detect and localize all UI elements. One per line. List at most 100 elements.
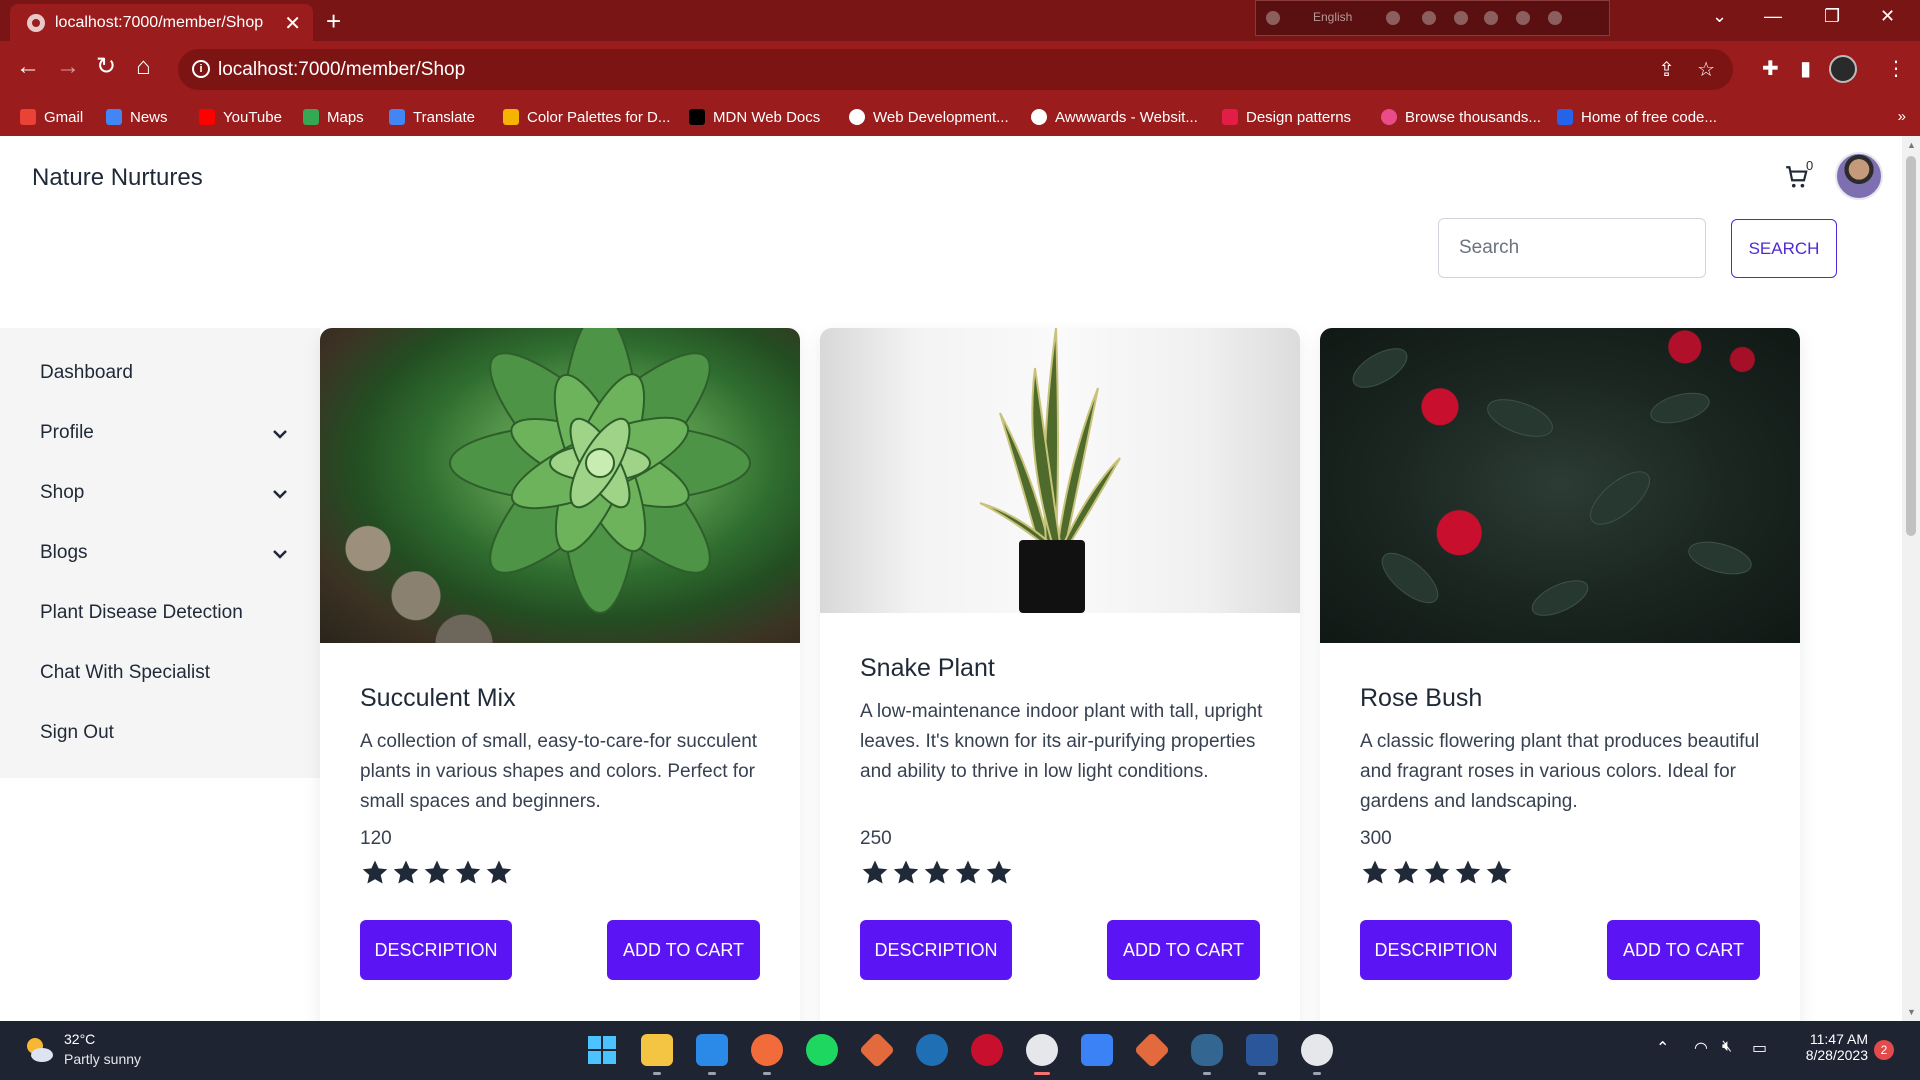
bookmark-web-development[interactable]: Web Development... (849, 109, 1009, 126)
word-app[interactable] (1246, 1034, 1278, 1075)
bookmark-gmail[interactable]: Gmail (20, 109, 83, 126)
bookmark-color-palettes[interactable]: Color Palettes for D... (503, 109, 670, 126)
add-to-cart-button[interactable]: ADD TO CART (607, 920, 760, 980)
help-icon[interactable] (1516, 11, 1530, 25)
home-icon[interactable]: ⌂ (136, 55, 151, 79)
extension-icon[interactable] (1386, 11, 1400, 25)
site-favicon-icon (27, 14, 45, 32)
sidebar-item-dashboard[interactable]: Dashboard (40, 362, 290, 384)
extension-icon[interactable] (1484, 11, 1498, 25)
tab-close-icon[interactable]: ✕ (284, 11, 301, 36)
add-to-cart-button[interactable]: ADD TO CART (1107, 920, 1260, 980)
tray-chevron-up-icon[interactable]: ⌃ (1656, 1038, 1669, 1058)
product-image-rose-bush (1320, 328, 1800, 643)
browser-profile-avatar[interactable] (1829, 55, 1857, 83)
browser-menu-icon[interactable]: ⋮ (1886, 56, 1906, 81)
security-app[interactable] (971, 1034, 1003, 1066)
cart-button[interactable]: 0 (1784, 158, 1814, 194)
bookmark-label: News (130, 109, 168, 126)
postgresql-app[interactable] (1191, 1034, 1223, 1075)
weather-partly-sunny-icon[interactable] (22, 1033, 56, 1067)
product-title: Succulent Mix (360, 684, 516, 712)
user-avatar[interactable] (1835, 152, 1883, 200)
add-to-cart-button[interactable]: ADD TO CART (1607, 920, 1760, 980)
address-bar[interactable]: i localhost:7000/member/Shop ⇪ ☆ (178, 49, 1733, 90)
bookmark-design-patterns[interactable]: Design patterns (1222, 109, 1351, 126)
bookmark-awwwards[interactable]: Awwwards - Websit... (1031, 109, 1198, 126)
minimize-icon[interactable]: — (1764, 6, 1782, 27)
awwwards-icon (1031, 109, 1047, 125)
extensions-puzzle-icon[interactable]: ✚ (1762, 56, 1779, 81)
site-brand[interactable]: Nature Nurtures (32, 164, 203, 192)
site-info-icon[interactable]: i (192, 60, 210, 78)
star-icon (955, 860, 981, 884)
share-icon[interactable]: ⇪ (1658, 57, 1675, 82)
chrome-profile-app[interactable] (1301, 1034, 1333, 1075)
postman-app[interactable] (751, 1034, 783, 1075)
sidebar: Dashboard Profile Shop Blogs Plant Disea… (0, 328, 320, 778)
scroll-down-icon[interactable]: ▼ (1907, 1007, 1916, 1017)
weather-condition[interactable]: Partly sunny (64, 1051, 141, 1067)
weather-temperature[interactable]: 32°C (64, 1031, 95, 1047)
close-window-icon[interactable]: ✕ (1880, 6, 1895, 27)
sidebar-item-label: Chat With Specialist (40, 662, 211, 683)
more-bookmarks-button[interactable]: » (1898, 108, 1906, 125)
chrome-app-active[interactable] (1026, 1034, 1058, 1075)
side-panel-icon[interactable]: ▮ (1800, 56, 1811, 81)
back-arrow-icon[interactable]: ← (16, 55, 40, 79)
bookmark-mdn[interactable]: MDN Web Docs (689, 109, 820, 126)
reload-icon[interactable]: ↻ (96, 55, 116, 79)
sidebar-item-chat-with-specialist[interactable]: Chat With Specialist (40, 662, 290, 684)
system-clock[interactable]: 11:47 AM 8/28/2023 (1798, 1031, 1868, 1063)
sidebar-item-plant-disease-detection[interactable]: Plant Disease Detection (40, 602, 290, 624)
tab-search-chevron-icon[interactable]: ⌄ (1712, 6, 1727, 27)
description-button[interactable]: DESCRIPTION (360, 920, 512, 980)
description-button[interactable]: DESCRIPTION (860, 920, 1012, 980)
git-app[interactable] (858, 1031, 896, 1069)
bookmark-translate[interactable]: Translate (389, 109, 475, 126)
bookmark-free-code[interactable]: Home of free code... (1557, 109, 1717, 126)
description-button[interactable]: DESCRIPTION (1360, 920, 1512, 980)
bookmark-star-icon[interactable]: ☆ (1697, 57, 1715, 82)
sidebar-item-label: Shop (40, 482, 85, 503)
sidebar-item-shop[interactable]: Shop (40, 482, 290, 504)
bookmark-maps[interactable]: Maps (303, 109, 364, 126)
scrollbar-thumb[interactable] (1906, 156, 1916, 536)
info-icon[interactable] (1548, 11, 1562, 25)
extension-icon[interactable] (1266, 11, 1280, 25)
address-url[interactable]: localhost:7000/member/Shop (218, 59, 465, 81)
search-button[interactable]: SEARCH (1731, 219, 1837, 278)
bookmark-news[interactable]: News (106, 109, 168, 126)
gmail-icon (20, 109, 36, 125)
bookmark-browse-thousands[interactable]: Browse thousands... (1381, 109, 1541, 126)
c-compiler-app[interactable] (916, 1034, 948, 1066)
spotify-app[interactable] (806, 1034, 838, 1066)
volume-muted-icon[interactable]: 🔇︎ (1722, 1038, 1732, 1056)
browser-tab-active[interactable]: localhost:7000/member/Shop ✕ (10, 4, 313, 41)
sidebar-item-profile[interactable]: Profile (40, 422, 290, 444)
todo-app[interactable] (1081, 1034, 1113, 1066)
chevron-down-icon[interactable] (270, 544, 290, 564)
extension-icon[interactable] (1422, 11, 1436, 25)
bookmark-youtube[interactable]: YouTube (199, 109, 282, 126)
vscode-app[interactable] (696, 1034, 728, 1075)
wifi-icon[interactable]: ◠ (1694, 1038, 1708, 1058)
chevron-down-icon[interactable] (270, 484, 290, 504)
start-button[interactable] (586, 1034, 618, 1066)
page-scrollbar[interactable]: ▲ ▼ (1902, 136, 1920, 1021)
git-gui-app[interactable] (1133, 1031, 1171, 1069)
battery-icon[interactable]: ▭ (1752, 1038, 1767, 1058)
notification-badge[interactable]: 2 (1874, 1040, 1894, 1060)
extension-toolbar-strip: English (1255, 0, 1610, 36)
chevron-down-icon[interactable] (270, 424, 290, 444)
restore-icon[interactable]: ❐ (1824, 6, 1840, 27)
language-label[interactable]: English (1313, 10, 1352, 24)
new-tab-button[interactable]: + (326, 6, 341, 37)
search-input[interactable] (1438, 218, 1706, 278)
sidebar-item-blogs[interactable]: Blogs (40, 542, 290, 564)
settings-icon[interactable] (1454, 11, 1468, 25)
scroll-up-icon[interactable]: ▲ (1907, 140, 1916, 150)
forward-arrow-icon[interactable]: → (56, 55, 80, 79)
file-explorer-app[interactable] (641, 1034, 673, 1075)
sidebar-item-sign-out[interactable]: Sign Out (40, 722, 290, 744)
